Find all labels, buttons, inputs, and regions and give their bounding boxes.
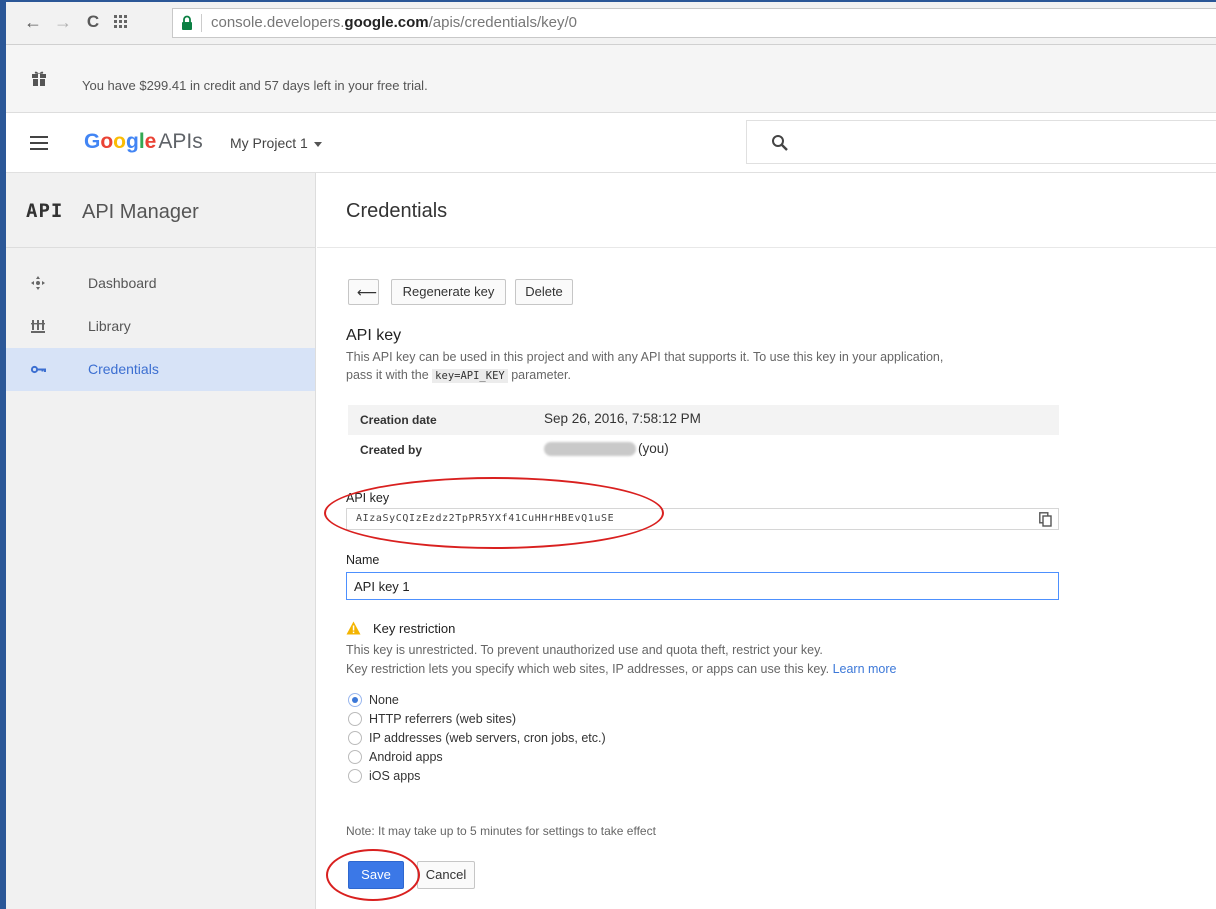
learn-more-link[interactable]: Learn more bbox=[833, 662, 897, 676]
radio-button[interactable] bbox=[348, 750, 362, 764]
radio-label: Android apps bbox=[369, 750, 443, 764]
page-title: Credentials bbox=[346, 200, 448, 222]
project-selector[interactable]: My Project 1 bbox=[230, 135, 322, 151]
creation-date-value: Sep 26, 2016, 7:58:12 PM bbox=[544, 411, 701, 426]
brand-letter: G bbox=[84, 130, 101, 153]
project-name: My Project 1 bbox=[230, 135, 308, 151]
section-description: This API key can be used in this project… bbox=[346, 348, 1066, 385]
regenerate-key-button[interactable]: Regenerate key bbox=[391, 279, 506, 305]
sidebar-item-label: Dashboard bbox=[88, 275, 157, 291]
key-info-table: Creation date Sep 26, 2016, 7:58:12 PM C… bbox=[348, 405, 1059, 465]
radio-button[interactable] bbox=[348, 731, 362, 745]
api-key-value: AIzaSyCQIzEzdz2TpPR5YXf41CuHHrHBEvQ1uSE bbox=[356, 513, 615, 524]
sidebar-item-credentials[interactable]: Credentials bbox=[6, 348, 315, 391]
cancel-button[interactable]: Cancel bbox=[417, 861, 475, 889]
google-apis-logo[interactable]: GoogleAPIs bbox=[84, 130, 203, 154]
search-input[interactable] bbox=[746, 120, 1216, 164]
google-wordmark: Google bbox=[84, 130, 156, 153]
restriction-desc-line1: This key is unrestricted. To prevent una… bbox=[346, 643, 823, 657]
browser-window: ← → C console.developers.google.com/apis… bbox=[0, 0, 1216, 909]
dashboard-icon bbox=[31, 276, 45, 290]
created-by-value: (you) bbox=[544, 441, 669, 457]
browser-toolbar: ← → C console.developers.google.com/apis… bbox=[6, 2, 1216, 45]
restriction-desc-line2: Key restriction lets you specify which w… bbox=[346, 662, 897, 676]
copy-icon[interactable] bbox=[1039, 512, 1052, 527]
name-label: Name bbox=[346, 553, 380, 567]
brand-letter: e bbox=[144, 130, 157, 153]
sidebar-title: API Manager bbox=[82, 201, 199, 223]
key-restriction-description: This key is unrestricted. To prevent una… bbox=[346, 641, 897, 679]
radio-button[interactable] bbox=[348, 769, 362, 783]
delete-button[interactable]: Delete bbox=[515, 279, 573, 305]
url-separator bbox=[201, 14, 202, 32]
library-icon bbox=[31, 320, 45, 333]
sidebar-item-library[interactable]: Library bbox=[6, 305, 315, 348]
section-desc-line1: This API key can be used in this project… bbox=[346, 350, 944, 364]
brand-letter: g bbox=[126, 130, 139, 153]
name-field[interactable] bbox=[346, 572, 1059, 600]
app-header: GoogleAPIs My Project 1 bbox=[6, 113, 1216, 173]
key-icon bbox=[30, 365, 46, 374]
key-restriction-title: Key restriction bbox=[373, 621, 456, 636]
radio-label: IP addresses (web servers, cron jobs, et… bbox=[369, 731, 606, 745]
lock-icon bbox=[182, 15, 192, 30]
api-key-field[interactable]: AIzaSyCQIzEzdz2TpPR5YXf41CuHHrHBEvQ1uSE bbox=[346, 508, 1059, 530]
gift-icon bbox=[32, 71, 46, 86]
table-row: Created by (you) bbox=[348, 435, 1059, 465]
settings-note: Note: It may take up to 5 minutes for se… bbox=[346, 824, 656, 838]
radio-button[interactable] bbox=[348, 712, 362, 726]
apis-wordmark: APIs bbox=[158, 130, 203, 153]
sidebar-item-label: Library bbox=[88, 318, 131, 334]
left-sidebar: API API Manager Dashboard Library Creden… bbox=[6, 173, 316, 909]
save-button[interactable]: Save bbox=[348, 861, 404, 889]
trial-banner: You have $299.41 in credit and 57 days l… bbox=[6, 45, 1216, 113]
warning-icon bbox=[346, 621, 361, 635]
sidebar-item-label: Credentials bbox=[88, 361, 159, 377]
section-desc-line2: pass it with the key=API_KEY parameter. bbox=[346, 368, 571, 383]
radio-button-selected[interactable] bbox=[348, 693, 362, 707]
main-content: Credentials ⟵ Regenerate key Delete API … bbox=[317, 173, 1216, 909]
radio-label: None bbox=[369, 693, 399, 707]
api-manager-logo: API bbox=[26, 200, 64, 222]
caret-down-icon bbox=[313, 141, 322, 147]
apps-grid-icon[interactable] bbox=[110, 11, 132, 33]
brand-letter: o bbox=[113, 130, 126, 153]
back-arrow-icon[interactable]: ← bbox=[22, 11, 44, 33]
section-title: API key bbox=[346, 327, 402, 344]
forward-arrow-icon[interactable]: → bbox=[52, 11, 74, 33]
key-param-code: key=API_KEY bbox=[432, 369, 508, 383]
main-header: Credentials bbox=[317, 173, 1216, 248]
address-bar[interactable]: console.developers.google.com/apis/crede… bbox=[172, 8, 1216, 38]
hamburger-menu-icon[interactable] bbox=[30, 136, 48, 150]
sidebar-item-dashboard[interactable]: Dashboard bbox=[6, 262, 315, 305]
radio-label: HTTP referrers (web sites) bbox=[369, 712, 517, 726]
radio-label: iOS apps bbox=[369, 769, 421, 783]
url-text: console.developers.google.com/apis/crede… bbox=[211, 14, 578, 31]
table-row: Creation date Sep 26, 2016, 7:58:12 PM bbox=[348, 405, 1059, 435]
creation-date-label: Creation date bbox=[360, 413, 437, 427]
back-button[interactable]: ⟵ bbox=[348, 279, 379, 305]
created-by-label: Created by bbox=[360, 443, 423, 457]
reload-icon[interactable]: C bbox=[82, 11, 104, 33]
redacted-email bbox=[544, 442, 636, 457]
sidebar-header: API API Manager bbox=[6, 173, 315, 248]
api-key-label: API key bbox=[346, 491, 390, 505]
brand-letter: o bbox=[100, 130, 114, 153]
search-icon bbox=[772, 135, 788, 151]
sidebar-nav: Dashboard Library Credentials bbox=[6, 248, 315, 391]
trial-text: You have $299.41 in credit and 57 days l… bbox=[82, 78, 428, 93]
